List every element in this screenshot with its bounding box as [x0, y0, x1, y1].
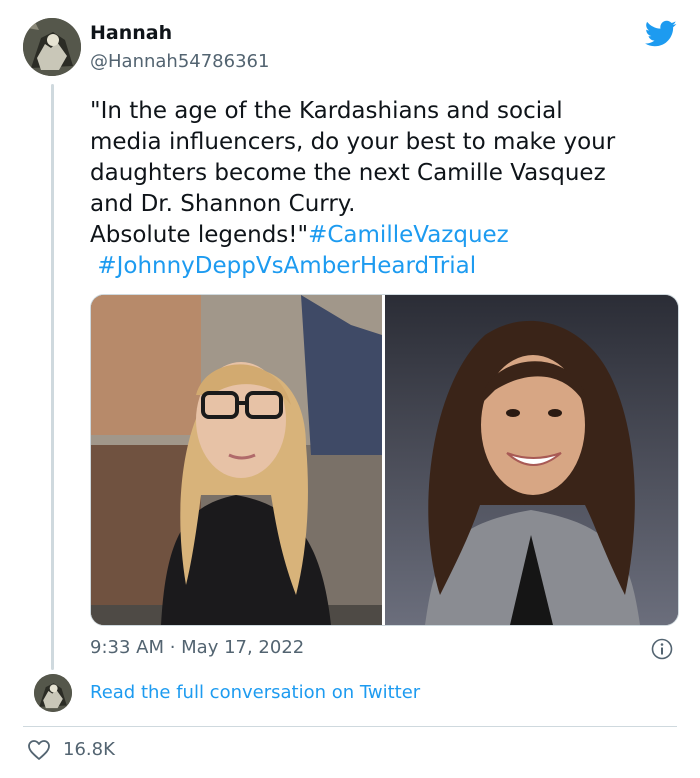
tweet-text: "In the age of the Kardashians and socia… [90, 96, 680, 282]
thread-line [51, 84, 54, 670]
author-handle[interactable]: @Hannah54786361 [90, 51, 269, 72]
hashtag-link[interactable]: #CamilleVazquez [308, 222, 509, 248]
like-count: 16.8K [63, 739, 115, 760]
read-conversation-link[interactable]: Read the full conversation on Twitter [90, 682, 420, 703]
divider [23, 726, 677, 727]
tweet-timestamp[interactable]: 9:33 AM · May 17, 2022 [90, 637, 304, 658]
smiling-woman-photo[interactable] [385, 295, 678, 625]
tweet-media [90, 294, 679, 626]
author-avatar[interactable] [23, 18, 81, 76]
hashtag-link[interactable]: #JohnnyDeppVsAmberHeardTrial [97, 253, 476, 279]
info-icon[interactable] [651, 638, 673, 660]
heart-icon[interactable] [27, 739, 51, 761]
user-avatar[interactable] [34, 674, 72, 712]
author-display-name[interactable]: Hannah [90, 22, 172, 44]
twitter-bird-icon[interactable] [644, 20, 677, 48]
woman-with-glasses-photo[interactable] [91, 295, 382, 625]
